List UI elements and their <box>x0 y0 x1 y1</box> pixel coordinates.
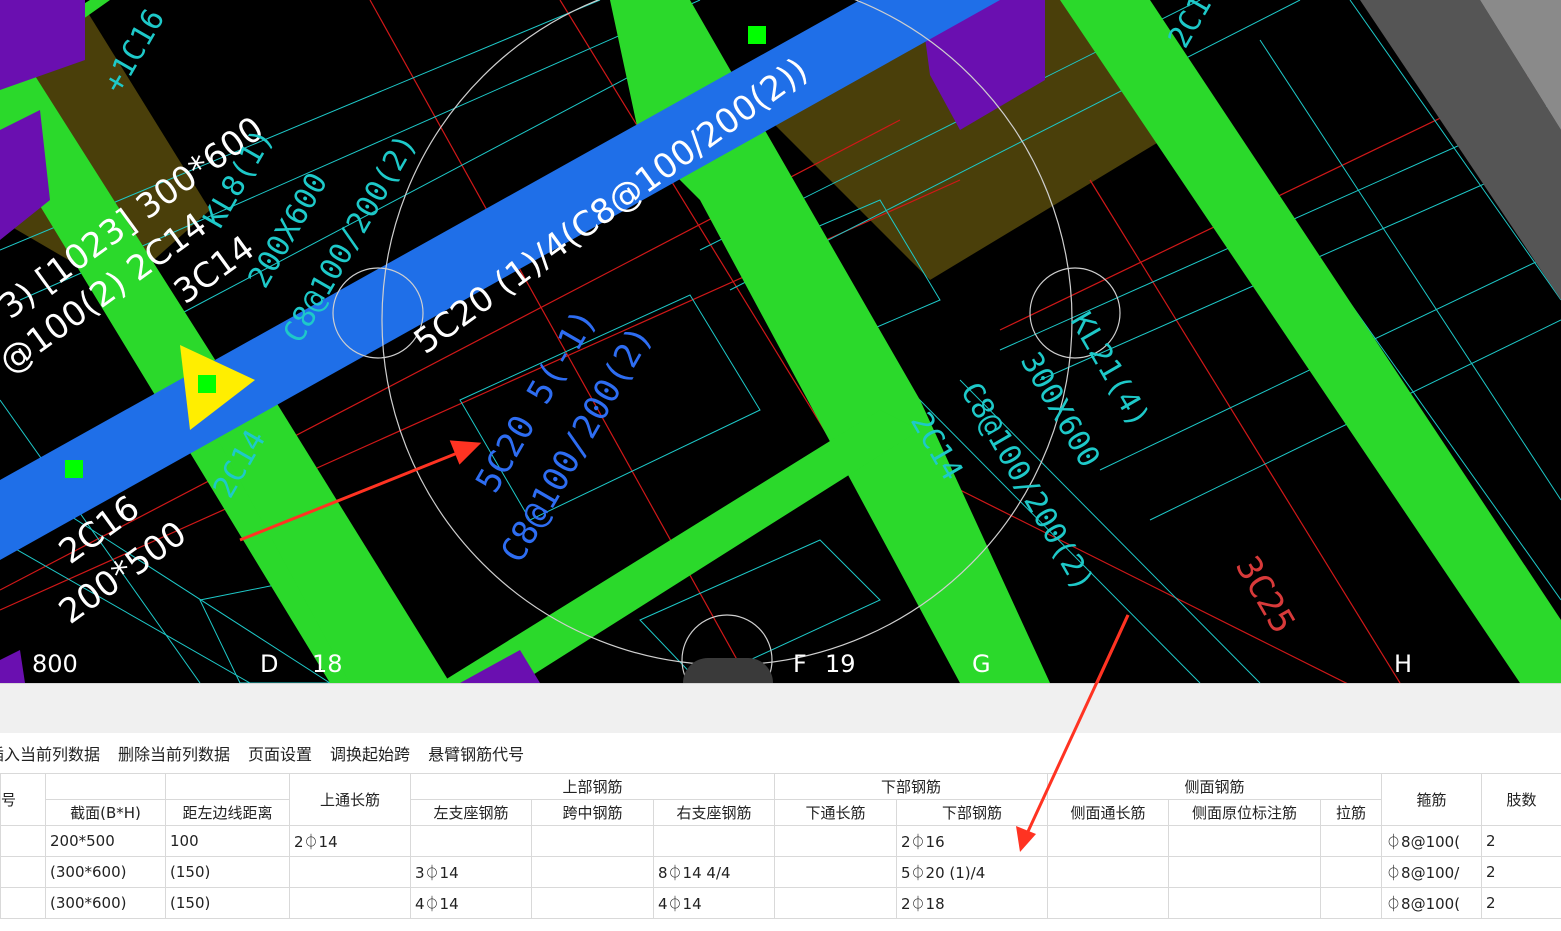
cell-dist[interactable]: 100 <box>165 825 290 857</box>
cell-top-through[interactable] <box>289 856 411 888</box>
cell-bottom-bar[interactable]: 5⏀20 (1)/4 <box>896 856 1049 888</box>
cell-legs[interactable]: 2 <box>1481 856 1561 888</box>
column <box>0 650 25 683</box>
cell-side-through[interactable] <box>1047 887 1170 919</box>
grip-point <box>748 26 766 44</box>
cell-legs[interactable]: 2 <box>1481 825 1561 857</box>
header-bottom-through: 下通长筋 <box>774 799 898 826</box>
cell-bottom-through[interactable] <box>774 856 898 888</box>
axis-label: H <box>1394 650 1412 678</box>
header-blank <box>165 773 290 800</box>
cell-left-support[interactable]: 4⏀14 <box>410 887 532 919</box>
cell-left-support[interactable]: 3⏀14 <box>410 856 532 888</box>
header-right-support: 右支座钢筋 <box>652 799 776 826</box>
cell-mid-span[interactable] <box>531 825 654 857</box>
grip-point <box>65 460 83 478</box>
header-stirrup: 箍筋 <box>1381 773 1483 826</box>
cell-tie-bar[interactable] <box>1320 887 1383 919</box>
axis-label: 19 <box>825 650 856 678</box>
header-side-in-situ: 侧面原位标注筋 <box>1168 799 1322 826</box>
cell-bottom-through[interactable] <box>774 887 898 919</box>
cell-top-through[interactable] <box>289 887 411 919</box>
header-span-no: 号 <box>0 773 46 826</box>
cell-side-in-situ[interactable] <box>1168 825 1322 857</box>
cell-right-support[interactable]: 8⏀14 4/4 <box>652 856 776 888</box>
axis-label: 800 <box>32 650 78 678</box>
cell-tie-bar[interactable] <box>1320 856 1383 888</box>
cell-span-no[interactable] <box>0 856 46 888</box>
table-row[interactable]: 200*500 100 2⏀14 2⏀16 ⏀8@100( 2 <box>0 825 1561 857</box>
cell-mid-span[interactable] <box>531 887 654 919</box>
table-row[interactable]: (300*600) (150) 4⏀14 4⏀14 2⏀18 ⏀8@100( 2 <box>0 887 1561 919</box>
cell-section[interactable]: (300*600) <box>45 856 166 888</box>
beam-rebar-table: 号 上通长筋 上部钢筋 下部钢筋 侧面钢筋 箍筋 肢数 截面(B*H) 距左边线… <box>0 773 1561 919</box>
cell-right-support[interactable] <box>652 825 776 857</box>
swap-start-span-button[interactable]: 调换起始跨 <box>330 741 410 765</box>
cell-dist[interactable]: (150) <box>165 856 290 888</box>
panel-divider <box>0 683 1561 734</box>
header-bottom-bar: 下部钢筋 <box>896 799 1049 826</box>
header-tie-bar: 拉筋 <box>1320 799 1383 826</box>
header-mid-span: 跨中钢筋 <box>531 799 654 826</box>
cell-stirrup[interactable]: ⏀8@100( <box>1381 887 1483 919</box>
header-side-bars: 侧面钢筋 <box>1047 773 1383 800</box>
cell-span-no[interactable] <box>0 825 46 857</box>
cell-side-in-situ[interactable] <box>1168 887 1322 919</box>
arrow-head <box>449 440 482 465</box>
cell-tie-bar[interactable] <box>1320 825 1383 857</box>
cell-side-through[interactable] <box>1047 856 1170 888</box>
header-side-through: 侧面通长筋 <box>1047 799 1170 826</box>
delete-column-button[interactable]: 删除当前列数据 <box>118 741 230 765</box>
cell-bottom-through[interactable] <box>774 825 898 857</box>
cell-top-through[interactable]: 2⏀14 <box>289 825 411 857</box>
cell-section[interactable]: 200*500 <box>45 825 166 857</box>
cell-span-no[interactable] <box>0 887 46 919</box>
insert-column-button[interactable]: 插入当前列数据 <box>0 741 100 765</box>
table-toolbar: 插入当前列数据 删除当前列数据 页面设置 调换起始跨 悬臂钢筋代号 <box>0 733 1561 773</box>
cell-side-through[interactable] <box>1047 825 1170 857</box>
cantilever-code-button[interactable]: 悬臂钢筋代号 <box>428 741 524 765</box>
cell-mid-span[interactable] <box>531 856 654 888</box>
cell-dist[interactable]: (150) <box>165 887 290 919</box>
header-left-support: 左支座钢筋 <box>410 799 532 826</box>
header-bottom-bars: 下部钢筋 <box>774 773 1049 800</box>
beam-label: 3C25 <box>1227 550 1303 641</box>
cell-bottom-bar[interactable]: 2⏀18 <box>896 887 1049 919</box>
table-row[interactable]: (300*600) (150) 3⏀14 8⏀14 4/4 5⏀20 (1)/4… <box>0 856 1561 888</box>
header-section: 截面(B*H) <box>45 799 166 826</box>
grip-point <box>198 375 216 393</box>
axis-label: 18 <box>312 650 343 678</box>
header-dist-left: 距左边线距离 <box>165 799 290 826</box>
axis-label: F <box>793 650 807 678</box>
cell-section[interactable]: (300*600) <box>45 887 166 919</box>
cell-bottom-bar[interactable]: 2⏀16 <box>896 825 1049 857</box>
header-blank <box>45 773 166 800</box>
cell-side-in-situ[interactable] <box>1168 856 1322 888</box>
cad-drawing[interactable]: 5C20 (1)/4(C8@100/200(2)) 3) [1023] 300*… <box>0 0 1561 683</box>
cell-stirrup[interactable]: ⏀8@100( <box>1381 825 1483 857</box>
collapse-handle[interactable] <box>683 658 773 683</box>
cell-stirrup[interactable]: ⏀8@100/ <box>1381 856 1483 888</box>
axis-label: D <box>260 650 278 678</box>
cell-right-support[interactable]: 4⏀14 <box>652 887 776 919</box>
cell-left-support[interactable] <box>410 825 532 857</box>
axis-label: G <box>972 650 991 678</box>
cell-legs[interactable]: 2 <box>1481 887 1561 919</box>
header-legs: 肢数 <box>1481 773 1561 826</box>
header-top-through: 上通长筋 <box>289 773 411 826</box>
page-setup-button[interactable]: 页面设置 <box>248 741 312 765</box>
cad-viewport[interactable]: 5C20 (1)/4(C8@100/200(2)) 3) [1023] 300*… <box>0 0 1561 683</box>
header-top-bars: 上部钢筋 <box>409 773 776 800</box>
